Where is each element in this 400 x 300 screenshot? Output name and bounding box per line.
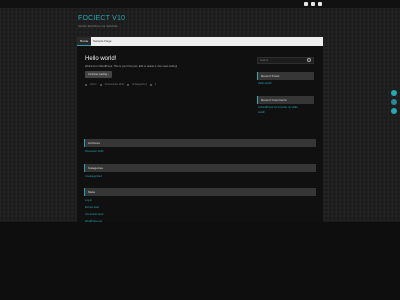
post-excerpt: Welcome to WordPress. This is your first… [85,65,178,68]
meta-entries-feed-link[interactable]: Entries feed [85,206,99,210]
recent-post-link[interactable]: Hello world! [258,82,272,86]
site-title[interactable]: FOCIECT V10 [78,15,125,22]
post-category[interactable]: Uncategorized [132,84,147,86]
search-placeholder: Search [260,59,269,62]
user-icon [85,84,87,86]
continue-reading-button[interactable]: Continue reading › [85,71,112,78]
clock-icon [99,84,102,86]
archive-link[interactable]: November 2020 [85,150,103,154]
top-bar [0,0,400,8]
post-meta: Admin 11 November 2020 Uncategorized 1 [85,84,156,86]
post-date[interactable]: 11 November 2020 [105,84,124,86]
category-link[interactable]: Uncategorized [85,175,102,179]
folder-icon [126,84,129,86]
float-share-icon[interactable] [391,90,397,96]
rss-icon[interactable] [318,2,322,6]
recent-comment-link-cont[interactable]: world! [258,111,265,115]
comment-icon [149,84,152,86]
recent-comment-link[interactable]: A WordPress Commenter on Hello [258,106,298,110]
recent-comments-heading: Recent Comments [257,96,314,104]
post-comment-count[interactable]: 1 [155,84,156,86]
nav-home[interactable]: Home [77,37,92,46]
post-title[interactable]: Hello world! [85,56,116,62]
categories-heading: Categories [84,164,316,172]
meta-heading: Meta [84,188,316,196]
meta-login-link[interactable]: Log in [85,199,92,203]
meta-comments-feed-link[interactable]: Comments feed [85,213,103,217]
main-navigation: Home Sample Page [77,37,323,46]
archives-heading: Archives [84,139,316,147]
search-icon[interactable] [307,58,311,62]
site-tagline: Another WordPress site Subscribe [78,25,118,28]
twitter-icon[interactable] [304,2,308,6]
footer [0,222,400,300]
float-facebook-icon[interactable] [391,108,397,114]
recent-posts-heading: Recent Posts [257,72,314,80]
nav-sample-page[interactable]: Sample Page [93,37,112,46]
float-twitter-icon[interactable] [391,99,397,105]
post-author[interactable]: Admin [90,84,97,86]
facebook-icon[interactable] [311,2,315,6]
